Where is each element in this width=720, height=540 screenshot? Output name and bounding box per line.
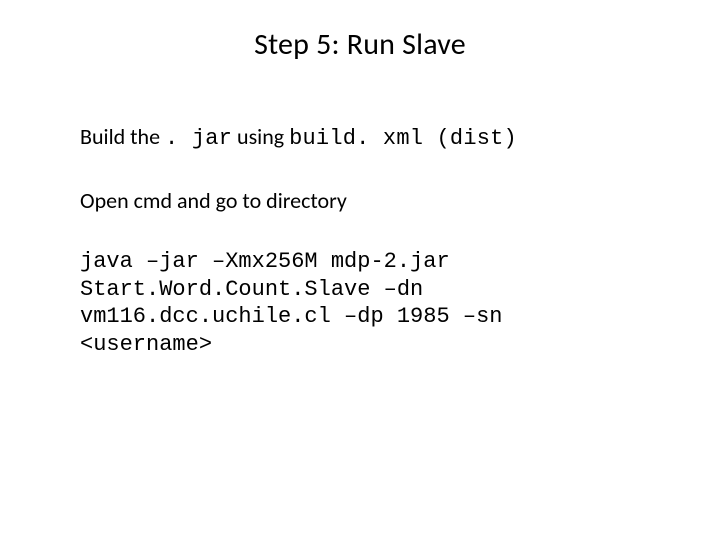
build-instruction: Build the . jar using build. xml (dist) bbox=[80, 123, 640, 153]
code-buildxml: build. xml (dist) bbox=[289, 126, 517, 151]
slide-title: Step 5: Run Slave bbox=[80, 26, 640, 63]
code-jar: . jar bbox=[165, 126, 232, 151]
java-command: java –jar –Xmx256M mdp-2.jar Start.Word.… bbox=[80, 248, 640, 358]
text-using: using bbox=[232, 123, 289, 150]
text-build-the: Build the bbox=[80, 123, 165, 150]
slide-body: Build the . jar using build. xml (dist) … bbox=[80, 123, 640, 358]
open-cmd-instruction: Open cmd and go to directory bbox=[80, 187, 640, 215]
slide: Step 5: Run Slave Build the . jar using … bbox=[0, 0, 720, 540]
